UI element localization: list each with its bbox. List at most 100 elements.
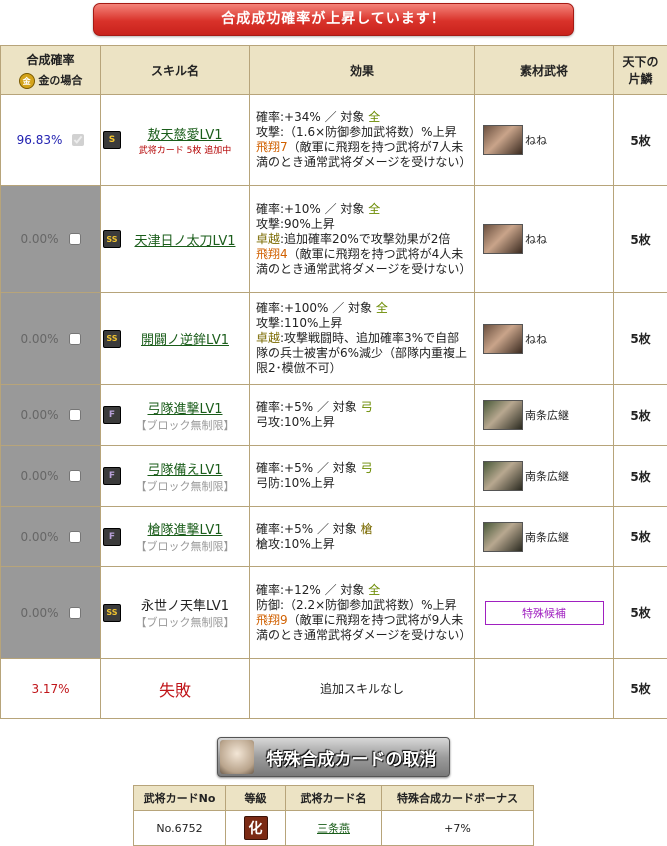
- card-name-link[interactable]: 三条燕: [317, 822, 350, 835]
- material-cell: 特殊候補: [475, 567, 614, 659]
- success-rate-banner: 合成成功確率が上昇しています！: [93, 3, 574, 36]
- rate-cell: 0.00%: [1, 507, 101, 567]
- general-portrait[interactable]: [483, 324, 523, 354]
- cost-cell: 5枚: [614, 659, 667, 719]
- cost-cell: 5枚: [614, 293, 667, 385]
- material-cell: 南条広継: [475, 446, 614, 507]
- skill-cell: SS 天津日ノ太刀LV1: [101, 186, 250, 293]
- cost-cell: 5枚: [614, 385, 667, 446]
- skill-name-link[interactable]: 弓隊進撃LV1: [121, 398, 249, 417]
- effect-line: 防御:（2.2×防御参加武将数）%上昇: [256, 598, 457, 612]
- effect-line: （敵軍に飛翔を持つ武将が4人未満のとき通常武将ダメージを受けない）: [256, 247, 471, 276]
- effect-cell: 確率:+100% ／ 対象 全 攻撃:110%上昇 卓越:攻撃戦闘時、追加確率3…: [250, 293, 475, 385]
- material-cell: 南条広継: [475, 385, 614, 446]
- header-rate: 合成確率 金 金の場合: [1, 46, 101, 95]
- header-effect: 効果: [250, 46, 475, 95]
- cancel-button-label: 特殊合成カードの取消: [254, 745, 449, 770]
- skill-name-link[interactable]: 弓隊備えLV1: [121, 459, 249, 478]
- card-table-header: 武将カードNo 等級 武将カード名 特殊合成カードボーナス: [134, 786, 534, 811]
- header-rate-title: 合成確率: [1, 51, 100, 68]
- cost-cell: 5枚: [614, 567, 667, 659]
- material-cell: ねね: [475, 95, 614, 186]
- header-skill: スキル名: [101, 46, 250, 95]
- target-label: 弓: [361, 461, 373, 475]
- header-rate-sub: 金の場合: [38, 74, 82, 87]
- rate-value: 0.00%: [20, 469, 58, 483]
- target-label: 全: [368, 202, 380, 216]
- skill-name: 永世ノ天隼LV1: [121, 595, 249, 614]
- skill-name-link[interactable]: 開闢ノ逆鉾LV1: [121, 329, 249, 348]
- effect-highlight: 卓越: [256, 331, 280, 345]
- rate-value: 96.83%: [17, 133, 63, 147]
- card-grade-cell: 化: [226, 811, 286, 846]
- grade-ss-icon: SS: [103, 330, 121, 348]
- cancel-special-card-button[interactable]: 特殊合成カードの取消: [217, 737, 450, 777]
- grade-s-icon: S: [103, 131, 121, 149]
- grade-f-icon: F: [103, 467, 121, 485]
- general-portrait[interactable]: [483, 400, 523, 430]
- card-added-note: 武将カード 5枚 追加中: [121, 143, 249, 156]
- skill-name-link[interactable]: 敖天慈愛LV1: [121, 124, 249, 143]
- special-card-table: 武将カードNo 等級 武将カード名 特殊合成カードボーナス No.6752 化 …: [133, 785, 534, 846]
- skill-checkbox[interactable]: [69, 531, 81, 543]
- rate-cell: 0.00%: [1, 186, 101, 293]
- effect-cell: 確率:+34% ／ 対象 全 攻撃:（1.6×防御参加武将数）%上昇 飛翔7（敵…: [250, 95, 475, 186]
- effect-cell: 確率:+5% ／ 対象 弓 弓攻:10%上昇: [250, 385, 475, 446]
- block-unlimited-note: 【ブロック無制限】: [121, 538, 249, 554]
- skill-checkbox[interactable]: [72, 134, 84, 146]
- card-no: No.6752: [134, 811, 226, 846]
- block-unlimited-note: 【ブロック無制限】: [121, 614, 249, 630]
- skill-checkbox[interactable]: [69, 409, 81, 421]
- material-name: 南条広継: [525, 407, 569, 423]
- skill-checkbox[interactable]: [69, 233, 81, 245]
- material-cell: ねね: [475, 186, 614, 293]
- general-portrait[interactable]: [483, 224, 523, 254]
- general-portrait[interactable]: [483, 125, 523, 155]
- header-cost: 天下の 片鱗: [614, 46, 667, 95]
- target-label: 全: [368, 583, 380, 597]
- rate-value: 0.00%: [20, 408, 58, 422]
- effect-line: 攻撃:（1.6×防御参加武将数）%上昇: [256, 125, 457, 139]
- fail-effect: 追加スキルなし: [250, 659, 475, 719]
- skill-name-link[interactable]: 天津日ノ太刀LV1: [121, 230, 249, 249]
- rate-cell: 96.83%: [1, 95, 101, 186]
- material-name: 南条広継: [525, 468, 569, 484]
- material-cell: ねね: [475, 293, 614, 385]
- material-name: 南条広継: [525, 529, 569, 545]
- material-cell: 南条広継: [475, 507, 614, 567]
- rate-cell: 0.00%: [1, 293, 101, 385]
- effect-line: 弓防:10%上昇: [256, 476, 335, 490]
- grade-ss-icon: SS: [103, 604, 121, 622]
- effect-line: 弓攻:10%上昇: [256, 415, 335, 429]
- effect-line: :追加確率20%で攻撃効果が2倍: [280, 232, 450, 246]
- grade-ss-icon: SS: [103, 230, 121, 248]
- header-cost-line2: 片鱗: [614, 70, 667, 87]
- rate-value: 0.00%: [20, 232, 58, 246]
- general-portrait[interactable]: [483, 461, 523, 491]
- target-label: 全: [376, 301, 388, 315]
- material-name: ねね: [525, 231, 547, 247]
- skill-checkbox[interactable]: [69, 470, 81, 482]
- fail-label: 失敗: [101, 659, 250, 719]
- general-portrait[interactable]: [483, 522, 523, 552]
- skill-name-link[interactable]: 槍隊進撃LV1: [121, 519, 249, 538]
- effect-cell: 確率:+5% ／ 対象 槍 槍攻:10%上昇: [250, 507, 475, 567]
- material-name: ねね: [525, 331, 547, 347]
- effect-highlight: 飛翔7: [256, 140, 288, 154]
- special-candidate-button[interactable]: 特殊候補: [485, 601, 604, 625]
- effect-cell: 確率:+10% ／ 対象 全 攻撃:90%上昇 卓越:追加確率20%で攻撃効果が…: [250, 186, 475, 293]
- skill-cell: F 槍隊進撃LV1 【ブロック無制限】: [101, 507, 250, 567]
- effect-line: 攻撃:110%上昇: [256, 316, 342, 330]
- cost-cell: 5枚: [614, 186, 667, 293]
- block-unlimited-note: 【ブロック無制限】: [121, 478, 249, 494]
- cost-cell: 5枚: [614, 507, 667, 567]
- skill-row: 96.83% S 敖天慈愛LV1 武将カード 5枚 追加中 確率:+34% ／ …: [1, 95, 667, 186]
- grade-ka-icon: 化: [244, 816, 268, 840]
- rate-value: 0.00%: [20, 606, 58, 620]
- effect-highlight: 卓越: [256, 232, 280, 246]
- skill-checkbox[interactable]: [69, 333, 81, 345]
- cost-cell: 5枚: [614, 446, 667, 507]
- skill-checkbox[interactable]: [69, 607, 81, 619]
- target-label: 弓: [361, 400, 373, 414]
- effect-line: 攻撃:90%上昇: [256, 217, 335, 231]
